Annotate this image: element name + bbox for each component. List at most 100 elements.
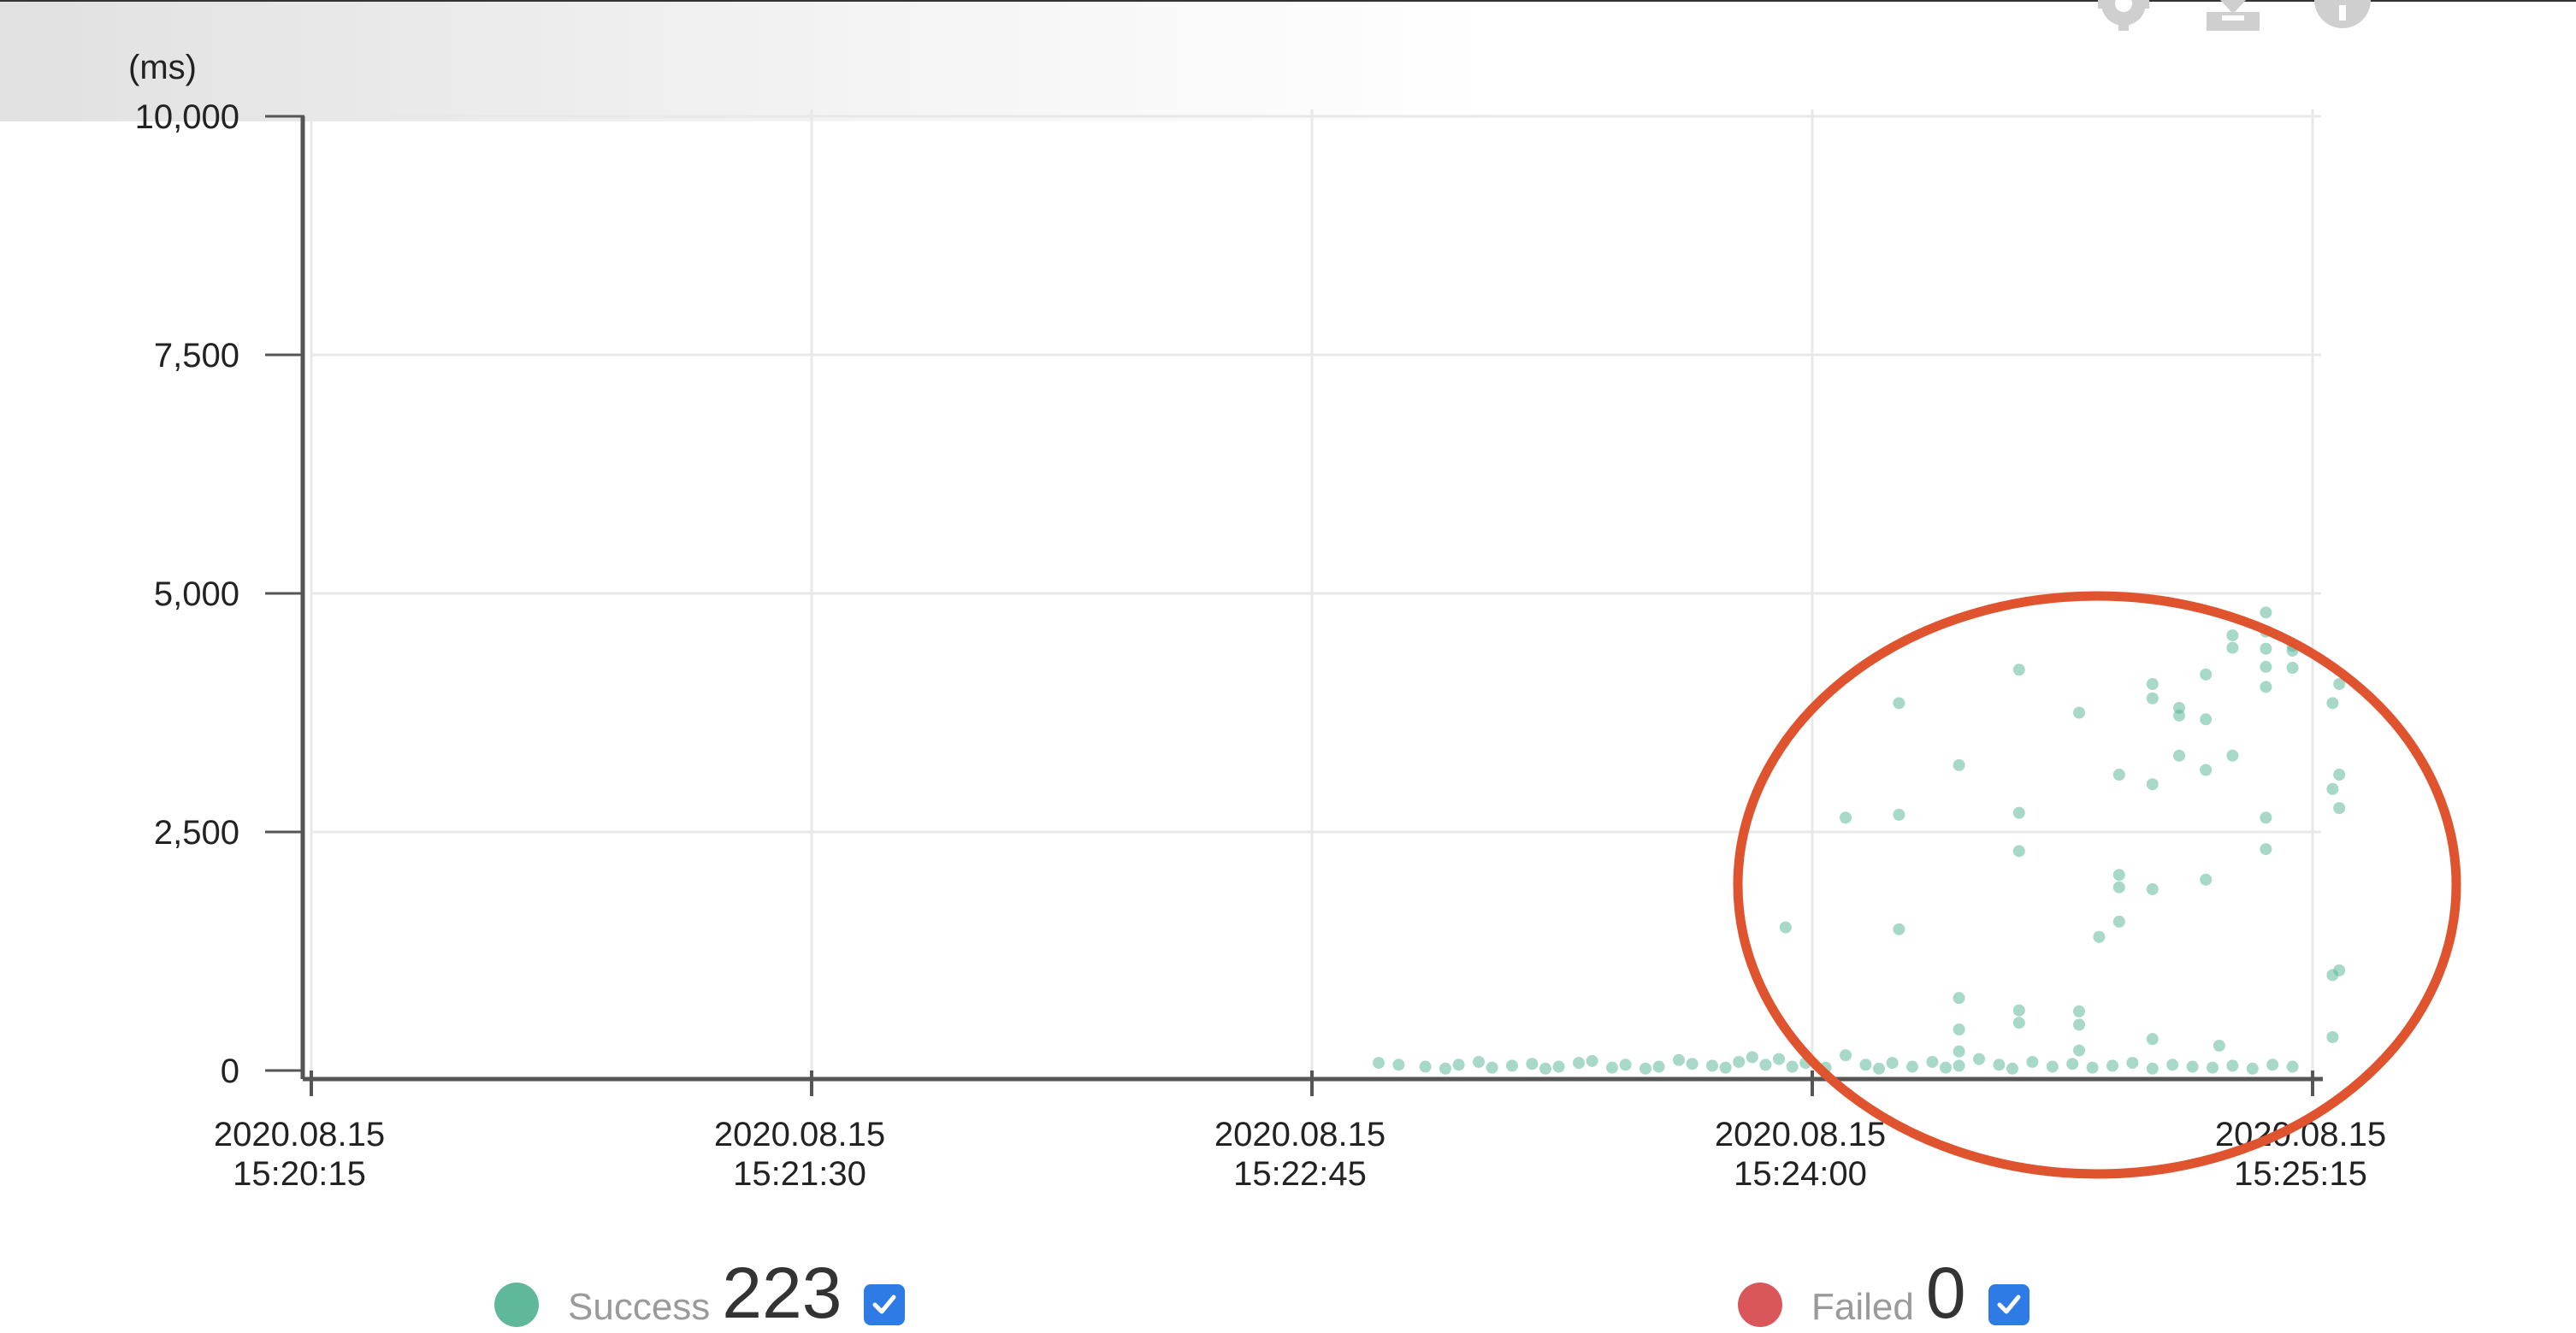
success-data-point <box>1539 1062 1551 1075</box>
success-data-point <box>1926 1055 1939 1068</box>
success-data-point <box>1779 921 1792 934</box>
success-data-point <box>1552 1060 1565 1073</box>
x-tick-label-time: 15:21:30 <box>733 1155 866 1193</box>
grid <box>310 109 2321 1071</box>
success-data-point <box>1886 1057 1899 1070</box>
success-data-point <box>1652 1060 1665 1073</box>
success-data-point <box>2200 668 2213 681</box>
success-data-point <box>2073 1005 2085 1017</box>
success-data-point <box>1619 1059 1632 1071</box>
legend-item-success: Success 223 <box>494 1257 906 1329</box>
success-data-point <box>2226 1059 2239 1072</box>
highlight-annotation-ellipse <box>1733 591 2461 1179</box>
y-axis-unit-label: (ms) <box>128 49 197 86</box>
success-data-point <box>1486 1061 1498 1074</box>
success-data-point <box>2112 769 2125 782</box>
success-data-point <box>2186 1060 2199 1073</box>
checkmark-icon <box>1997 1295 2021 1314</box>
success-data-point <box>1906 1060 1918 1073</box>
success-data-point <box>2173 709 2185 722</box>
success-data-point <box>2126 1057 2139 1070</box>
x-tick-label-date: 2020.08.15 <box>1214 1116 1385 1153</box>
success-data-point <box>2286 1060 2299 1073</box>
success-data-point <box>1953 758 1965 771</box>
y-tick-label: 0 <box>221 1053 239 1090</box>
success-data-point <box>2112 881 2125 894</box>
axes: 02,5005,0007,50010,0002020.08.1515:20:15… <box>135 98 2386 1193</box>
success-data-point <box>1439 1062 1451 1075</box>
success-data-point <box>2333 802 2346 815</box>
legend-label-success: Success <box>568 1286 711 1328</box>
success-data-point <box>1373 1057 1385 1070</box>
success-data-point <box>2326 782 2339 795</box>
success-data-point <box>1452 1059 1465 1071</box>
success-data-point <box>1473 1055 1485 1068</box>
success-data-point <box>1940 1061 1952 1074</box>
x-tick-label-time: 15:22:45 <box>1233 1155 1367 1193</box>
success-data-point <box>2260 606 2272 619</box>
success-data-point <box>2012 1004 2025 1017</box>
y-tick-label: 2,500 <box>154 814 239 852</box>
success-data-point <box>2073 706 2085 719</box>
success-data-point <box>2106 1059 2118 1072</box>
success-data-point <box>2260 811 2272 824</box>
success-data-point <box>2226 629 2239 642</box>
success-data-point <box>2146 692 2159 705</box>
success-data-point <box>1840 811 1852 824</box>
success-data-point <box>2260 642 2272 655</box>
success-data-point <box>2012 1017 2025 1029</box>
success-data-point <box>2006 1062 2018 1075</box>
success-data-point <box>2266 1059 2279 1071</box>
success-data-point <box>2146 678 2159 691</box>
success-data-point <box>2326 697 2339 710</box>
success-data-point <box>1953 1045 1965 1058</box>
success-data-point <box>2012 845 2025 858</box>
scatter-chart: 02,5005,0007,50010,0002020.08.1515:20:15… <box>128 49 2461 1193</box>
success-data-point <box>2286 662 2299 675</box>
x-tick-label-date: 2020.08.15 <box>1715 1116 1886 1153</box>
y-tick-label: 5,000 <box>154 575 239 613</box>
success-data-point <box>2213 1039 2225 1052</box>
success-data-point <box>1993 1059 2006 1071</box>
success-data-point <box>2086 1061 2099 1074</box>
success-data-point <box>2200 873 2213 886</box>
success-data-point <box>2226 641 2239 654</box>
success-data-point <box>1419 1060 1432 1073</box>
success-data-point <box>1673 1053 1685 1066</box>
success-data-point <box>2333 769 2346 782</box>
x-tick-label-time: 15:20:15 <box>233 1155 366 1193</box>
success-data-point <box>1840 1049 1852 1062</box>
success-data-point <box>2226 749 2239 762</box>
success-data-point <box>1953 1023 1965 1036</box>
success-data-point <box>1586 1054 1598 1067</box>
chart-panel: 0 2,500 5,000 7,500 10,000 2020.08.15 15:20:15… <box>0 0 2576 1329</box>
success-data-point <box>1973 1053 1985 1065</box>
data-points <box>1373 606 2346 1075</box>
x-tick-label-time: 15:24:00 <box>1734 1155 1867 1193</box>
success-data-point <box>1606 1061 1618 1074</box>
failed-checkbox[interactable] <box>1988 1284 2029 1325</box>
failed-count: 0 <box>1925 1253 1966 1333</box>
success-data-point <box>2026 1055 2039 1068</box>
success-data-point <box>1786 1060 1799 1073</box>
success-data-point <box>1506 1059 1518 1072</box>
success-data-point <box>2200 713 2213 726</box>
success-data-point <box>2066 1058 2079 1071</box>
checkmark-icon <box>872 1295 896 1314</box>
success-data-point <box>1392 1059 1405 1071</box>
success-checkbox[interactable] <box>864 1284 906 1325</box>
success-data-point <box>2093 930 2106 943</box>
success-data-point <box>1759 1059 1772 1071</box>
success-data-point <box>2112 869 2125 882</box>
success-data-point <box>1953 992 1965 1005</box>
success-data-point <box>1526 1058 1539 1071</box>
success-data-point <box>2260 843 2272 856</box>
success-data-point <box>1706 1059 1718 1072</box>
success-data-point <box>2112 915 2125 928</box>
success-data-point <box>1746 1051 1758 1064</box>
success-data-point <box>2166 1059 2179 1071</box>
success-data-point <box>1573 1057 1585 1070</box>
success-data-point <box>2146 882 2159 895</box>
success-data-point <box>1719 1061 1732 1074</box>
success-data-point <box>2046 1060 2059 1073</box>
